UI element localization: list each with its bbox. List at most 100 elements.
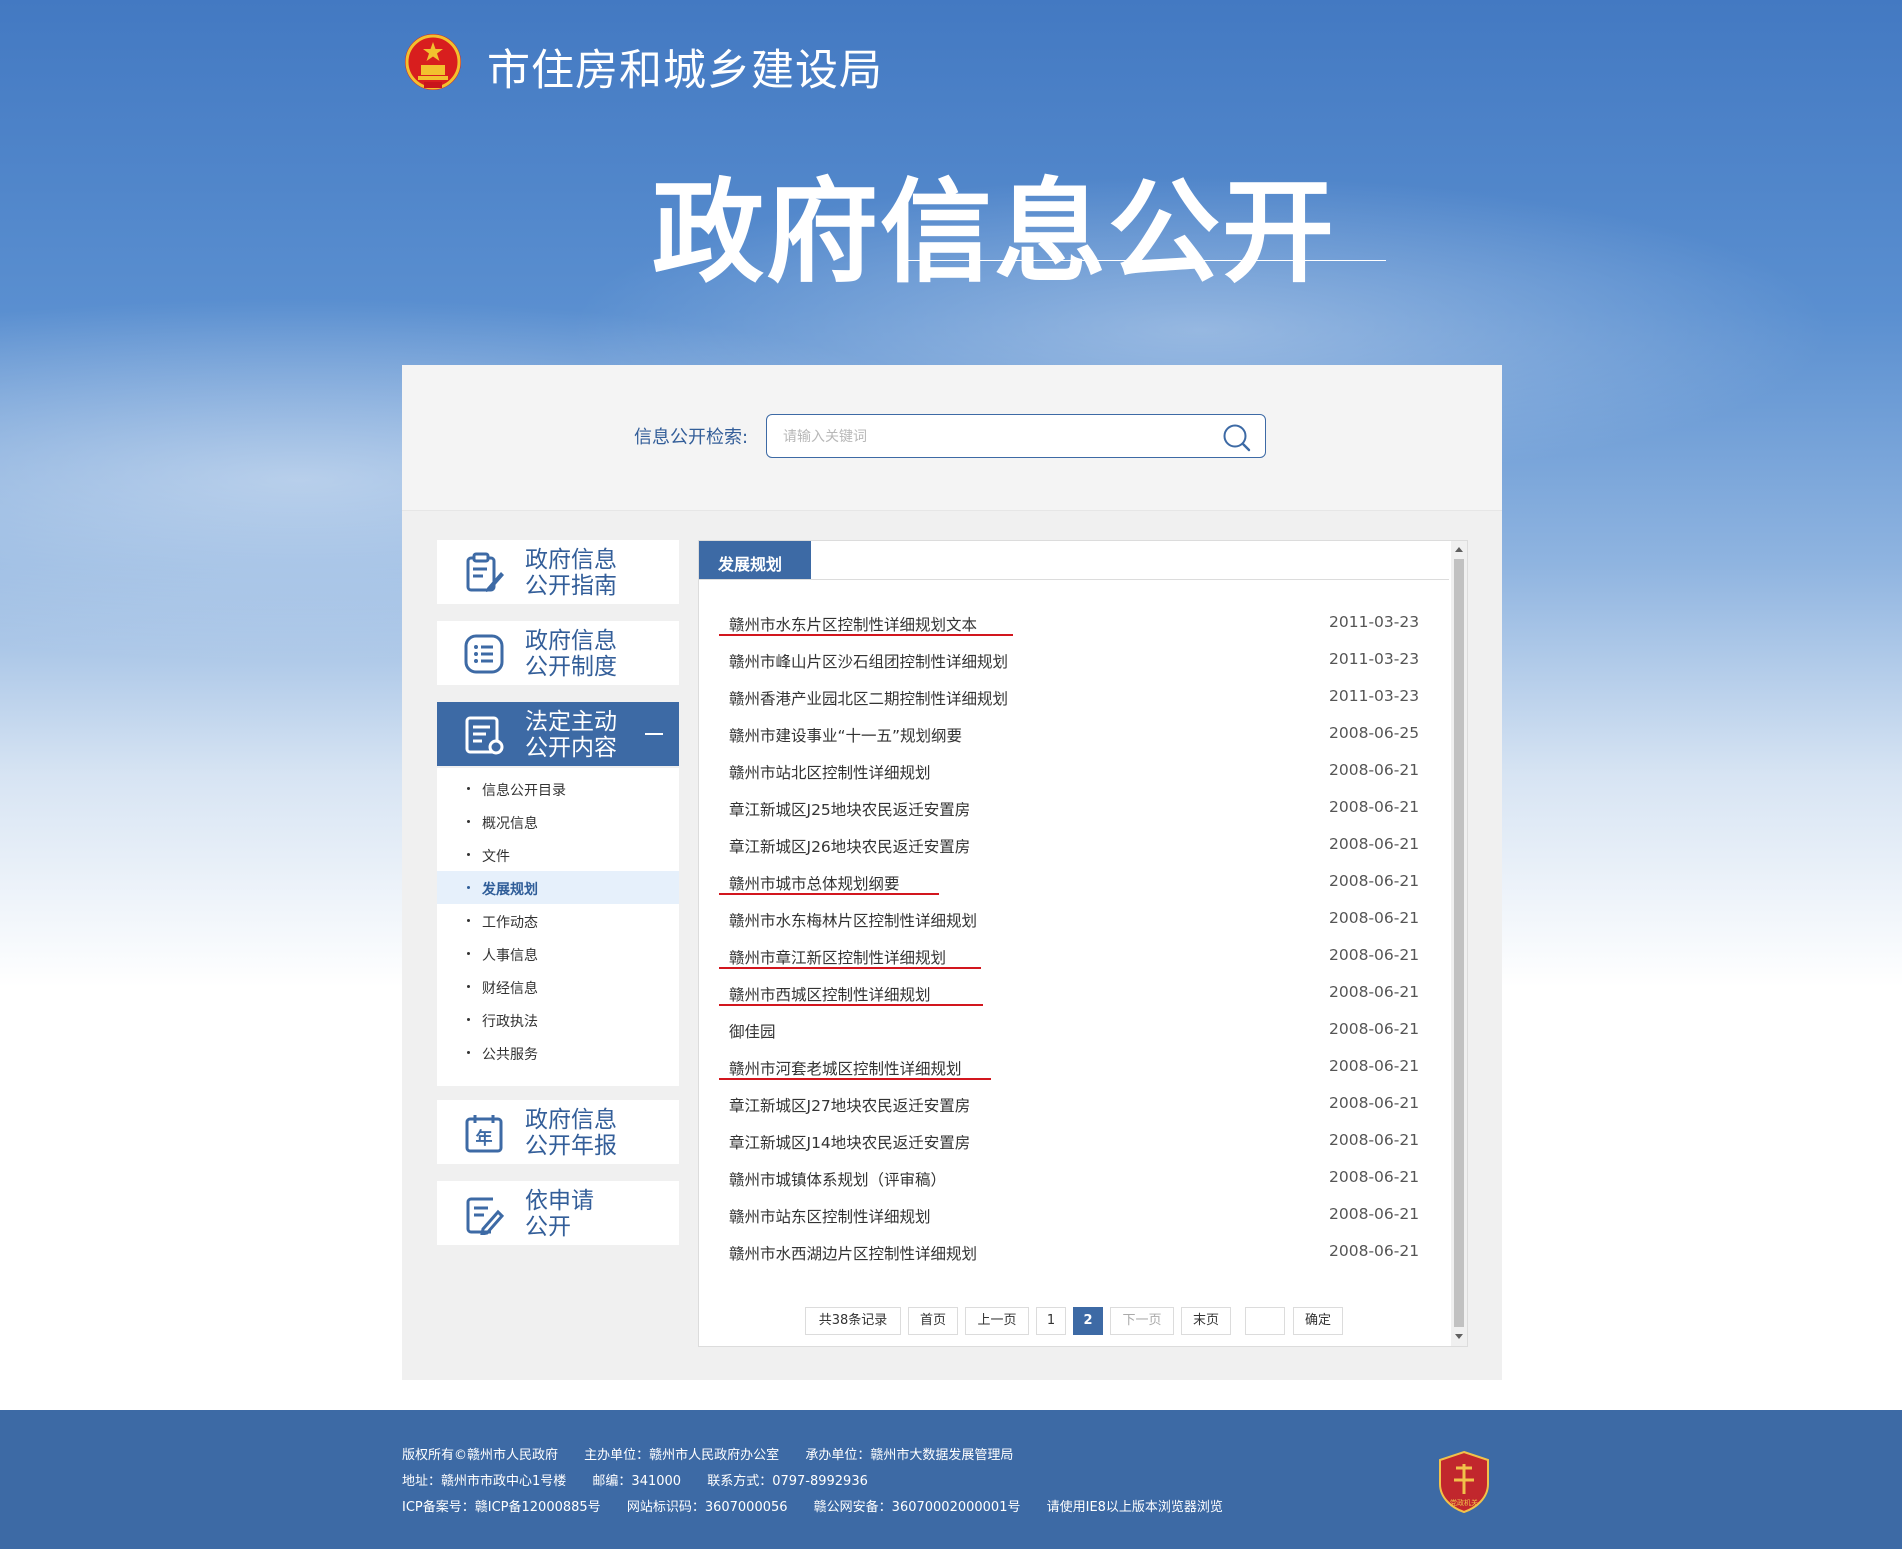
- list-item-date: 2011-03-23: [1329, 613, 1420, 631]
- list-item-title[interactable]: 章江新城区J25地块农民返迁安置房: [729, 798, 970, 820]
- nav-item-system[interactable]: 政府信息 公开制度: [437, 621, 679, 685]
- submenu-item[interactable]: 行政执法: [437, 1003, 679, 1036]
- list-item-date: 2008-06-21: [1329, 1020, 1420, 1038]
- list-item[interactable]: 御佳园 2008-06-21: [699, 1012, 1449, 1049]
- list-item-title[interactable]: 赣州市站东区控制性详细规划: [729, 1205, 931, 1227]
- page-1-button[interactable]: 1: [1036, 1307, 1066, 1335]
- list-item-title[interactable]: 赣州市城镇体系规划（评审稿）: [729, 1168, 946, 1190]
- list-item[interactable]: 章江新城区J14地块农民返迁安置房 2008-06-21: [699, 1123, 1449, 1160]
- list-item[interactable]: 赣州市城镇体系规划（评审稿） 2008-06-21: [699, 1160, 1449, 1197]
- list-item-title[interactable]: 赣州市水西湖边片区控制性详细规划: [729, 1242, 977, 1264]
- red-annotation-line: [719, 967, 981, 969]
- search-icon[interactable]: [1221, 422, 1251, 452]
- scrollbar[interactable]: [1451, 541, 1467, 1346]
- list-icon: [464, 634, 504, 674]
- list-item[interactable]: 章江新城区J26地块农民返迁安置房 2008-06-21: [699, 827, 1449, 864]
- red-annotation-line: [719, 634, 1013, 636]
- nav-label-line: 公开: [525, 1214, 571, 1240]
- bullet-icon: [467, 853, 470, 856]
- search-input[interactable]: [781, 425, 1205, 449]
- search-label: 信息公开检索:: [634, 427, 749, 448]
- footer-line-2: 地址：赣州市市政中心1号楼 邮编：341000 联系方式：0797-899293…: [402, 1470, 890, 1489]
- svg-text:年: 年: [476, 1128, 493, 1149]
- site-header: 市住房和城乡建设局: [402, 28, 1002, 98]
- list-item[interactable]: 章江新城区J27地块农民返迁安置房 2008-06-21: [699, 1086, 1449, 1123]
- submenu-item[interactable]: 公共服务: [437, 1036, 679, 1069]
- list-item[interactable]: 章江新城区J25地块农民返迁安置房 2008-06-21: [699, 790, 1449, 827]
- footer-text: 地址：赣州市市政中心1号楼: [402, 1474, 567, 1489]
- list-item[interactable]: 赣州市城市总体规划纲要 2008-06-21: [699, 864, 1449, 901]
- submenu-label: 财经信息: [482, 981, 538, 997]
- page-2-button[interactable]: 2: [1073, 1307, 1103, 1335]
- list-item-title[interactable]: 赣州市建设事业“十一五”规划纲要: [729, 724, 962, 746]
- first-page-button[interactable]: 首页: [908, 1307, 958, 1335]
- submenu-item[interactable]: 财经信息: [437, 970, 679, 1003]
- nav-item-guide[interactable]: 政府信息 公开指南: [437, 540, 679, 604]
- next-page-button[interactable]: 下一页: [1110, 1307, 1174, 1335]
- list-item[interactable]: 赣州市水东梅林片区控制性详细规划 2008-06-21: [699, 901, 1449, 938]
- prev-page-button[interactable]: 上一页: [965, 1307, 1029, 1335]
- list-item[interactable]: 赣州市建设事业“十一五”规划纲要 2008-06-25: [699, 716, 1449, 753]
- submenu-item[interactable]: 工作动态: [437, 904, 679, 937]
- footer-line-3: ICP备案号：赣ICP备12000885号 网站标识码：3607000056 赣…: [402, 1496, 1245, 1515]
- nav-item-annual-report[interactable]: 年 政府信息 公开年报: [437, 1100, 679, 1164]
- list-item-title[interactable]: 赣州市站北区控制性详细规划: [729, 761, 931, 783]
- list-item-date: 2008-06-21: [1329, 1242, 1420, 1260]
- list-item-title[interactable]: 章江新城区J14地块农民返迁安置房: [729, 1131, 970, 1153]
- submenu-label: 发展规划: [482, 882, 538, 898]
- nav-label-line: 依申请: [525, 1188, 594, 1214]
- list-item[interactable]: 赣州香港产业园北区二期控制性详细规划 2011-03-23: [699, 679, 1449, 716]
- page-title: 政府信息公开: [652, 168, 1336, 298]
- list-item-title[interactable]: 御佳园: [729, 1020, 776, 1042]
- list-item-title[interactable]: 赣州市城市总体规划纲要: [729, 872, 900, 894]
- list-item[interactable]: 赣州市水东片区控制性详细规划文本 2011-03-23: [699, 605, 1449, 642]
- list-item[interactable]: 赣州市章江新区控制性详细规划 2008-06-21: [699, 938, 1449, 975]
- scrollbar-thumb[interactable]: [1454, 559, 1464, 1327]
- list-item-date: 2008-06-21: [1329, 946, 1420, 964]
- list-item-title[interactable]: 章江新城区J26地块农民返迁安置房: [729, 835, 970, 857]
- submenu-item[interactable]: 信息公开目录: [437, 772, 679, 805]
- nav-item-content[interactable]: 法定主动 公开内容: [437, 702, 679, 766]
- party-government-badge-icon[interactable]: 党政机关: [1436, 1450, 1492, 1514]
- list-item[interactable]: 赣州市站北区控制性详细规划 2008-06-21: [699, 753, 1449, 790]
- nav-label-line: 公开内容: [525, 735, 617, 761]
- page-number-input[interactable]: [1245, 1307, 1285, 1335]
- tab-divider: [699, 579, 1449, 580]
- submenu-item[interactable]: 文件: [437, 838, 679, 871]
- list-item-title[interactable]: 赣州市西城区控制性详细规划: [729, 983, 931, 1005]
- nav-label: 政府信息 公开年报: [525, 1107, 617, 1159]
- list-item[interactable]: 赣州市水西湖边片区控制性详细规划 2008-06-21: [699, 1234, 1449, 1271]
- footer-text: 网站标识码：3607000056: [626, 1500, 788, 1515]
- list-item-date: 2008-06-21: [1329, 872, 1420, 890]
- submenu-item[interactable]: 概况信息: [437, 805, 679, 838]
- submenu: 信息公开目录 概况信息 文件 发展规划 工作动态 人事信息 财经信息 行政执法 …: [437, 768, 679, 1086]
- site-title: 市住房和城乡建设局: [487, 46, 883, 96]
- footer-text: 版权所有©赣州市人民政府: [402, 1448, 559, 1463]
- scroll-down-icon[interactable]: [1455, 1334, 1463, 1339]
- list-item-title[interactable]: 赣州市章江新区控制性详细规划: [729, 946, 946, 968]
- list-item[interactable]: 赣州市西城区控制性详细规划 2008-06-21: [699, 975, 1449, 1012]
- nav-item-apply[interactable]: 依申请 公开: [437, 1181, 679, 1245]
- list-item[interactable]: 赣州市站东区控制性详细规划 2008-06-21: [699, 1197, 1449, 1234]
- list-item-date: 2008-06-21: [1329, 1205, 1420, 1223]
- list-item-title[interactable]: 赣州市水东梅林片区控制性详细规划: [729, 909, 977, 931]
- list-item-date: 2008-06-21: [1329, 1094, 1420, 1112]
- list-item[interactable]: 赣州市峰山片区沙石组团控制性详细规划 2011-03-23: [699, 642, 1449, 679]
- scroll-up-icon[interactable]: [1455, 547, 1463, 552]
- nav-label: 政府信息 公开制度: [525, 628, 617, 680]
- list-item[interactable]: 赣州市河套老城区控制性详细规划 2008-06-21: [699, 1049, 1449, 1086]
- collapse-icon[interactable]: [645, 733, 663, 735]
- list-item-title[interactable]: 章江新城区J27地块农民返迁安置房: [729, 1094, 970, 1116]
- search-section: 信息公开检索:: [402, 365, 1502, 511]
- list-item-title[interactable]: 赣州市峰山片区沙石组团控制性详细规划: [729, 650, 1008, 672]
- nav-label-line: 政府信息: [525, 628, 617, 654]
- submenu-item-active[interactable]: 发展规划: [437, 871, 679, 904]
- last-page-button[interactable]: 末页: [1181, 1307, 1231, 1335]
- submenu-item[interactable]: 人事信息: [437, 937, 679, 970]
- list-item-title[interactable]: 赣州市水东片区控制性详细规划文本: [729, 613, 977, 635]
- list-item-title[interactable]: 赣州香港产业园北区二期控制性详细规划: [729, 687, 1008, 709]
- confirm-button[interactable]: 确定: [1293, 1307, 1343, 1335]
- list-item-title[interactable]: 赣州市河套老城区控制性详细规划: [729, 1057, 962, 1079]
- tab-development-planning[interactable]: 发展规划: [699, 541, 811, 579]
- bullet-icon: [467, 886, 470, 889]
